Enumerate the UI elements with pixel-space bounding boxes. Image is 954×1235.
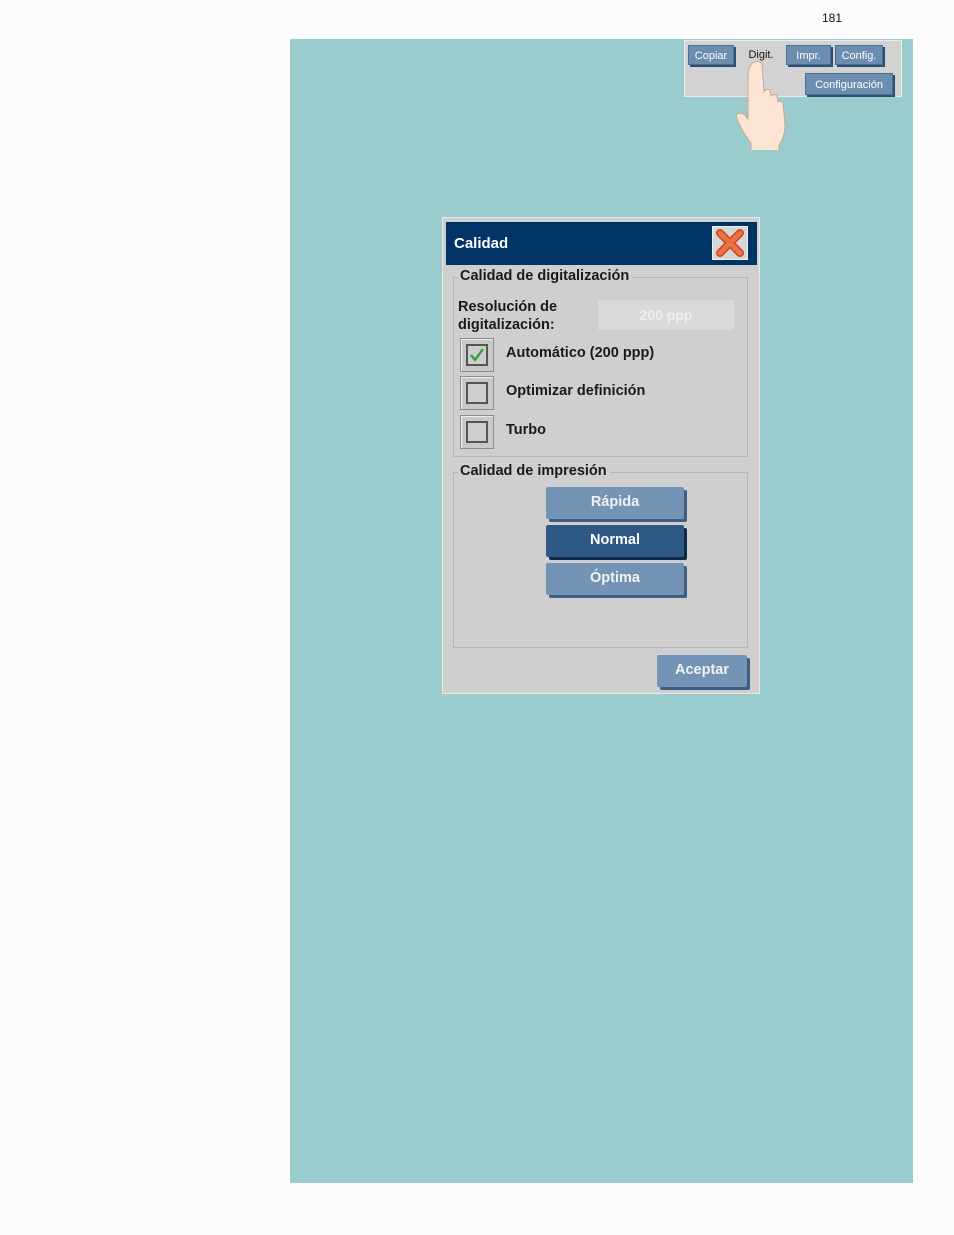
checkmark-icon — [470, 348, 485, 363]
scan-quality-group: Calidad de digitalización Resolución de … — [453, 268, 748, 457]
automatico-label: Automático (200 ppp) — [506, 345, 655, 361]
automatico-checkbox[interactable] — [460, 338, 494, 372]
tab-copiar[interactable]: Copiar — [688, 45, 734, 65]
resolution-field[interactable]: 200 ppp — [598, 300, 734, 330]
close-x-icon — [716, 229, 744, 257]
close-button[interactable] — [712, 226, 748, 260]
hand-pointer-icon — [735, 60, 786, 150]
dialog-title: Calidad — [454, 235, 509, 252]
scan-quality-legend: Calidad de digitalización — [458, 268, 633, 284]
optimizar-label: Optimizar definición — [506, 383, 646, 399]
rapida-button[interactable]: Rápida — [546, 487, 684, 519]
normal-button[interactable]: Normal — [546, 525, 684, 557]
optima-button[interactable]: Óptima — [546, 563, 684, 595]
resolution-label-line2: digitalización: — [458, 317, 555, 333]
page-number: 181 — [821, 11, 843, 25]
print-quality-group: Calidad de impresión Rápida Normal Óptim… — [453, 463, 748, 648]
resolution-label: Resolución de digitalización: — [458, 298, 557, 334]
mini-tab-bar: Copiar Digit. Impr. Config. Configuració… — [684, 40, 902, 97]
optimizar-checkbox[interactable] — [460, 376, 494, 410]
dialog-title-bar: Calidad — [446, 222, 757, 265]
aceptar-button[interactable]: Aceptar — [657, 655, 747, 687]
configuracion-button[interactable]: Configuración — [805, 73, 893, 95]
resolution-label-line1: Resolución de — [458, 299, 558, 315]
turbo-label: Turbo — [506, 422, 546, 438]
turbo-checkbox[interactable] — [460, 415, 494, 449]
calidad-dialog: Calidad Calidad de digitalización Resolu… — [442, 217, 760, 694]
tab-config[interactable]: Config. — [835, 45, 883, 65]
print-quality-legend: Calidad de impresión — [458, 463, 610, 479]
